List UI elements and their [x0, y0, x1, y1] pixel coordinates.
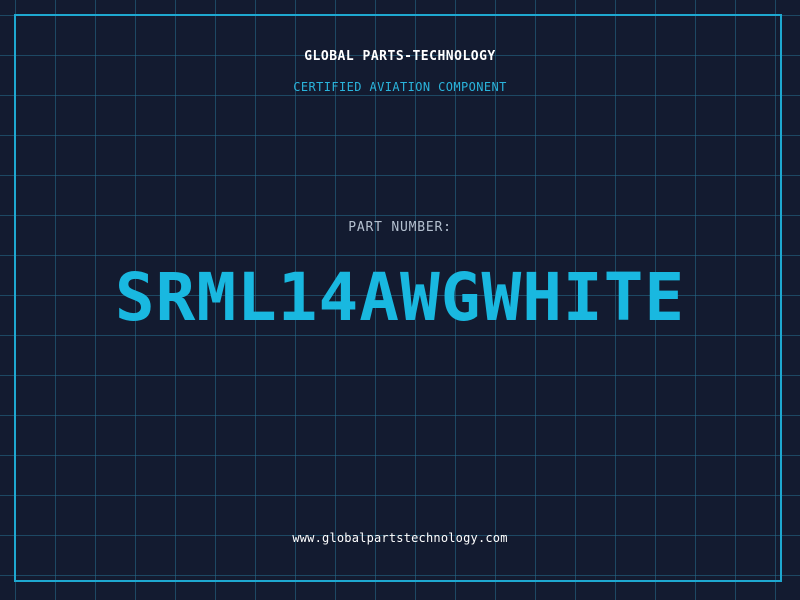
- certification-subtitle: CERTIFIED AVIATION COMPONENT: [293, 80, 507, 94]
- company-name: GLOBAL PARTS-TECHNOLOGY: [304, 49, 496, 64]
- website-url: www.globalpartstechnology.com: [292, 531, 508, 545]
- label-card: GLOBAL PARTS-TECHNOLOGY CERTIFIED AVIATI…: [0, 0, 800, 600]
- part-number-label: PART NUMBER:: [348, 220, 452, 235]
- part-number-value: SRML14AWGWHITE: [114, 259, 686, 336]
